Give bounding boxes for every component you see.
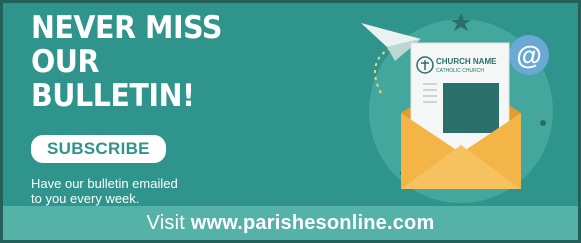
at-symbol-icon: @ [509, 35, 549, 75]
headline-line-2: OUR BULLETIN! [31, 44, 195, 114]
dot-decoration [540, 120, 546, 126]
headline-line-1: NEVER MISS [31, 10, 223, 46]
letter-church-name: CHURCH NAME [436, 57, 497, 66]
subscribe-description: Have our bulletin emailed to you every w… [31, 176, 251, 206]
footer-bar: Visit www.parishesonline.com [3, 206, 578, 240]
headline: NEVER MISS OUR BULLETIN! [31, 11, 270, 113]
description-line-2: to you every week. [31, 191, 140, 206]
svg-text:@: @ [516, 40, 541, 70]
letter-church-type: CATHOLIC CHURCH [436, 68, 484, 74]
promo-text-block: NEVER MISS OUR BULLETIN! SUBSCRIBE Have … [31, 11, 291, 206]
subscribe-button[interactable]: SUBSCRIBE [31, 135, 166, 163]
letter-image-block [443, 83, 499, 133]
footer-url-link[interactable]: www.parishesonline.com [191, 212, 435, 234]
envelope-illustration: @ CHURCH NAME CATHOLIC CHURCH [361, 13, 553, 203]
description-line-1: Have our bulletin emailed [31, 176, 178, 191]
footer-visit-label: Visit [146, 212, 185, 234]
bulletin-banner: NEVER MISS OUR BULLETIN! SUBSCRIBE Have … [0, 0, 581, 243]
